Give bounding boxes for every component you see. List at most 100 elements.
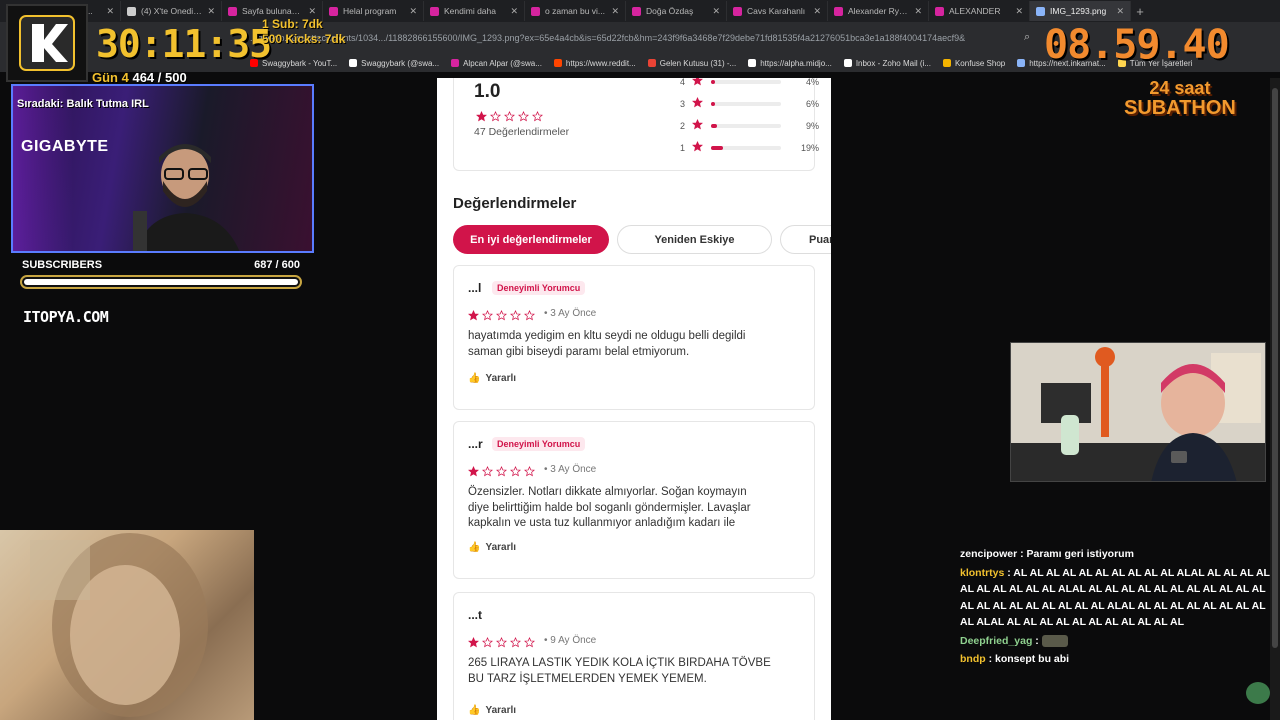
tab-close-icon[interactable]: ✕ [207,6,215,17]
star-empty-icon [524,308,535,326]
tab-title: o zaman bu vi... [545,6,606,16]
tab-close-icon[interactable]: ✕ [510,6,518,17]
overall-stars [476,109,543,127]
chat-username: bndp [960,653,986,665]
review-text-line: BU TARZ İŞLETMELERDEN YEMEK YEMEM. [468,672,707,685]
bookmark-label: Konfuse Shop [954,58,1006,68]
review-text-line: 265 LIRAYA LASTIK YEDIK KOLA İÇTIK BIRDA… [468,657,771,669]
search-icon[interactable]: ⌕ [1024,31,1030,44]
distribution-bar-fill [711,145,723,150]
star-empty-icon [510,308,521,326]
browser-tab[interactable]: Alexander Ryb... ✕ [828,1,929,21]
tab-close-icon[interactable]: ✕ [106,6,114,17]
bookmark-favicon-icon [349,59,358,67]
thumbs-up-icon: 👍 [468,542,481,553]
helpful-button[interactable]: 👍 Yararlı [468,542,516,553]
browser-tab[interactable]: ALEXANDER ✕ [929,1,1030,21]
star-empty-icon [518,109,529,127]
review-text-line: saman gibi biseydi paramı belal etmiyoru… [468,345,690,358]
star-empty-icon [496,464,507,482]
emote-icon [1041,634,1068,647]
star-filled-icon [468,308,479,326]
distribution-star-label: 1 [680,142,686,153]
chat-separator: : [1017,548,1027,560]
tab-title: Sayfa bulunamadı [242,6,304,16]
tab-close-icon[interactable]: ✕ [1015,6,1023,17]
bookmark-item[interactable]: Alpcan Alpar (@swa... [451,59,542,68]
review-text-line: Özensizler. Notları dikkate almıyorlar. … [468,486,747,498]
review-user: ...l [468,281,482,295]
star-empty-icon [532,109,543,127]
browser-tab[interactable]: Doğa Özdaş ✕ [626,1,727,21]
tab-close-icon[interactable]: ✕ [712,6,720,17]
chat-overlay: zencipower : Paramı geri istiyorum klontr… [960,546,1276,670]
review-page: 1.0 47 Değerlendirmeler 4 4% 3 6% 2 9% 1 19% De… [437,78,831,720]
review-stars [468,635,535,653]
chat-message: bndp : konsept bu abi [960,651,1276,668]
review-text: 265 LIRAYA LASTIK YEDIK KOLA İÇTIK BIRDA… [468,656,808,687]
filter-newest[interactable]: Yeniden Eskiye [617,225,772,254]
tab-favicon-icon [733,6,742,16]
new-tab-icon[interactable]: + [1131,4,1149,19]
streamer-figure [133,144,240,251]
bookmark-item[interactable]: Swaggybark (@swa... [349,59,439,68]
distribution-bar-fill [711,79,716,84]
star-empty-icon [510,464,521,482]
star-empty-icon [504,109,515,127]
review-text-line: diye belirttiğim halde bol soganlı gönde… [468,501,751,514]
tab-close-icon[interactable]: ✕ [914,6,922,17]
browser-tab[interactable]: Cavs Karahanlı ✕ [727,1,828,21]
star-filled-icon [468,464,479,482]
tab-close-icon[interactable]: ✕ [611,6,619,17]
tab-close-icon[interactable]: ✕ [308,6,316,17]
overall-count: 47 Değerlendirmeler [474,126,570,138]
subathon-timer: 30:11:35 [96,22,272,66]
subs-count: 687 / 600 [254,259,300,271]
browser-tab[interactable]: Helal program ✕ [323,1,424,21]
tab-favicon-icon [329,6,338,16]
url-field[interactable]: ...dolapp.com/attachments/1034.../118828… [250,30,1030,47]
browser-tab[interactable]: Kendimi daha ✕ [424,1,525,21]
star-empty-icon [490,109,501,127]
review-user: ...r [468,437,483,451]
star-filled-icon [692,78,703,88]
browser-tab[interactable]: (4) X'te Onedio... ✕ [121,1,222,21]
helpful-button[interactable]: 👍 Yararlı [468,373,516,384]
bookmark-item[interactable]: https://alpha.midjo... [748,59,832,68]
sub-time-info: 1 Sub: 7dk [262,17,323,31]
distribution-star-label: 3 [680,98,686,109]
bookmark-item[interactable]: https://www.reddit... [553,59,636,68]
star-filled-icon [468,635,479,653]
tab-close-icon[interactable]: ✕ [813,6,821,17]
bookmark-item[interactable]: Gelen Kutusu (31) -... [647,59,736,68]
bookmark-label: Alpcan Alpar (@swa... [463,58,542,68]
subathon-logo: 24 saat SUBATHON [1124,78,1236,118]
distribution-star-label: 2 [680,120,686,131]
bookmark-favicon-icon [843,59,852,67]
review-card: ...r Deneyimli Yorumcu • 3 Ay Önce Özensizl… [453,421,815,579]
tab-title: Alexander Ryb... [848,6,910,16]
distribution-bar [711,79,781,84]
tab-favicon-icon [430,6,439,16]
filter-rating[interactable]: Puan [780,225,831,254]
tab-favicon-icon [1036,6,1045,16]
bookmark-item[interactable]: Inbox - Zoho Mail (i... [843,59,931,68]
chat-username: klontrtys [960,566,1005,579]
tab-favicon-icon [834,6,843,16]
next-activity-label: Sıradaki: Balık Tutma IRL [17,98,149,110]
tab-title: Helal program [343,6,397,16]
review-card: ...t • 9 Ay Önce 265 LIRAYA LASTIK YEDIK K… [453,592,815,720]
bookmark-item[interactable]: Konfuse Shop [942,58,1006,68]
star-filled-icon [692,141,703,154]
overall-score: 1.0 [474,81,501,102]
browser-tab[interactable]: IMG_1293.png ✕ [1030,1,1131,21]
filter-best-reviews[interactable]: En iyi değerlendirmeler [453,225,609,254]
tab-title: (4) X'te Onedio... [141,6,203,16]
tab-close-icon[interactable]: ✕ [1116,6,1124,17]
review-text: Özensizler. Notları dikkate almıyorlar. … [468,485,808,532]
helpful-button[interactable]: 👍 Yararlı [468,705,516,716]
tab-close-icon[interactable]: ✕ [409,6,417,17]
star-filled-icon [692,97,703,110]
browser-tab[interactable]: o zaman bu vi... ✕ [525,1,626,21]
tab-favicon-icon [531,6,540,16]
